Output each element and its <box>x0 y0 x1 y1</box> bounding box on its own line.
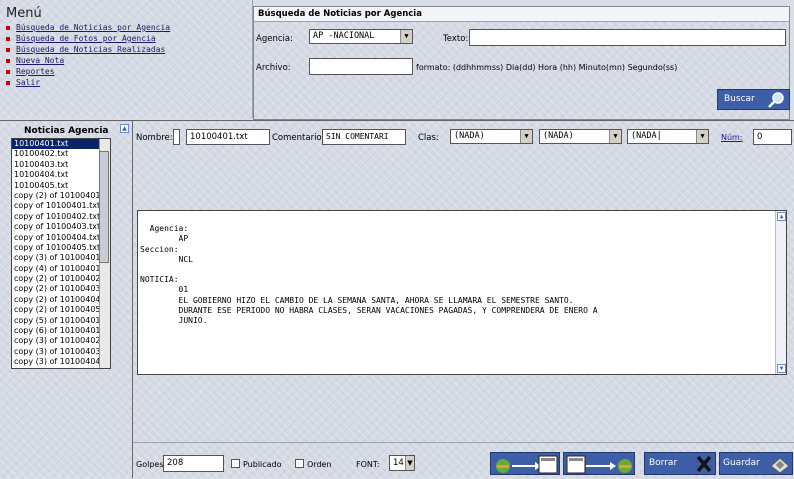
apple-to-document-icon <box>496 455 558 474</box>
list-item[interactable]: copy (3) of 10100403 <box>12 347 110 357</box>
agencia-label: Agencia: <box>256 34 293 44</box>
list-item[interactable]: copy (2) of 10100404 <box>12 295 110 305</box>
orden-checkbox[interactable] <box>295 459 304 468</box>
comentario-input[interactable]: SIN COMENTARI <box>322 129 406 145</box>
list-item[interactable]: 10100404.txt <box>12 170 110 180</box>
list-item[interactable]: copy (3) of 10100401 <box>12 253 110 263</box>
texto-input[interactable] <box>469 29 786 46</box>
scroll-thumb[interactable] <box>99 151 109 263</box>
num-input[interactable]: 0 <box>753 129 792 145</box>
buscar-button[interactable]: Buscar <box>717 89 790 110</box>
list-item[interactable]: 10100401.txt <box>12 139 110 150</box>
bottom-divider <box>133 442 794 443</box>
list-item[interactable]: 10100405.txt <box>12 181 110 191</box>
list-item[interactable]: copy of 10100402.txt <box>12 212 110 222</box>
menu-item-noticias-agencia[interactable]: Búsqueda de Noticias por Agencia <box>6 22 170 33</box>
list-item[interactable]: copy (5) of 10100401 <box>12 316 110 326</box>
chevron-down-icon: ▼ <box>400 30 412 43</box>
collapse-icon[interactable]: ▲ <box>120 124 129 133</box>
menu-title: Menú <box>6 6 42 21</box>
content-scrollbar[interactable]: ▲ ▼ <box>775 211 786 374</box>
list-scrollbar[interactable] <box>99 139 110 368</box>
bullet-icon <box>6 69 10 74</box>
bullet-icon <box>6 36 10 41</box>
list-item[interactable]: copy (2) of 10100402 <box>12 274 110 284</box>
list-item[interactable]: copy (6) of 10100401 <box>12 326 110 336</box>
save-icon <box>770 457 790 474</box>
bullet-icon <box>6 47 10 52</box>
chevron-down-icon: ▼ <box>520 130 532 143</box>
golpes-label: Golpes <box>136 460 164 469</box>
bullet-icon <box>6 25 10 30</box>
agencia-select[interactable]: AP -NACIONAL ▼ <box>309 29 413 44</box>
list-item[interactable]: copy of 10100403.txt <box>12 222 110 232</box>
noticias-list-title: Noticias Agencia <box>24 126 109 136</box>
font-size-select[interactable]: 14 ▼ <box>389 455 415 471</box>
delete-x-icon <box>696 455 712 473</box>
nombre-prefix-field[interactable] <box>173 129 180 145</box>
clas-select-2[interactable]: (NADA) ▼ <box>539 129 622 144</box>
clas-select-1[interactable]: (NADA) ▼ <box>450 129 533 144</box>
scroll-down-icon[interactable]: ▼ <box>777 364 786 373</box>
clas-select-3[interactable]: (NADA| ▼ <box>627 129 709 144</box>
document-to-apple-icon <box>566 455 632 474</box>
font-label: FONT: <box>356 460 380 469</box>
list-item[interactable]: copy of 10100405.txt <box>12 243 110 253</box>
texto-label: Texto: <box>443 34 469 44</box>
borrar-button[interactable]: Borrar <box>644 452 716 475</box>
noticias-list[interactable]: 10100401.txt 10100402.txt 10100403.txt 1… <box>11 138 111 369</box>
bullet-icon <box>6 58 10 63</box>
publicado-checkbox[interactable] <box>231 459 240 468</box>
clas-label: Clas: <box>418 133 439 143</box>
list-item[interactable]: copy (3) of 10100402 <box>12 336 110 346</box>
import-from-doc-button[interactable] <box>563 452 635 475</box>
list-item[interactable]: copy (2) of 10100401 <box>12 191 110 201</box>
chevron-down-icon: ▼ <box>609 130 621 143</box>
list-item[interactable]: copy (3) of 10100404 <box>12 357 110 367</box>
news-text: Agencia: AP Seccion: NCL NOTICIA: 01 EL … <box>140 224 598 326</box>
menu-item-noticias-realizadas[interactable]: Búsqueda de Noticias Realizadas <box>6 44 170 55</box>
list-item[interactable]: 10100403.txt <box>12 160 110 170</box>
list-item[interactable]: copy (2) of 10100405 <box>12 305 110 315</box>
bullet-icon <box>6 80 10 85</box>
scroll-up-icon[interactable]: ▲ <box>777 212 786 221</box>
menu-item-nueva-nota[interactable]: Nueva Nota <box>6 55 170 66</box>
publicado-label: Publicado <box>243 460 282 469</box>
list-item[interactable]: 10100402.txt <box>12 149 110 159</box>
menu-item-reportes[interactable]: Reportes <box>6 66 170 77</box>
golpes-input[interactable]: 208 <box>163 455 224 472</box>
main-menu: Menú Búsqueda de Noticias por Agencia Bú… <box>0 0 253 118</box>
magnifier-icon <box>768 92 784 108</box>
list-item[interactable]: copy (2) of 10100403 <box>12 284 110 294</box>
guardar-button[interactable]: Guardar <box>719 452 793 475</box>
news-content[interactable]: Agencia: AP Seccion: NCL NOTICIA: 01 EL … <box>137 210 787 375</box>
list-item[interactable]: copy (4) of 10100401 <box>12 264 110 274</box>
formato-hint: formato: (ddhhmmss) Dia(dd) Hora (hh) Mi… <box>416 63 678 72</box>
export-to-doc-button[interactable] <box>490 452 560 475</box>
nombre-label: Nombre: <box>136 133 173 143</box>
nombre-input[interactable]: 10100401.txt <box>186 129 270 145</box>
menu-list: Búsqueda de Noticias por Agencia Búsqued… <box>6 22 170 88</box>
list-item[interactable]: copy of 10100404.txt <box>12 233 110 243</box>
chevron-down-icon: ▼ <box>696 130 708 143</box>
list-item[interactable]: copy of 10100401.txt <box>12 201 110 211</box>
search-panel-title: Búsqueda de Noticias por Agencia <box>254 7 789 22</box>
menu-item-fotos-agencia[interactable]: Búsqueda de Fotos por Agencia <box>6 33 170 44</box>
comentario-label: Comentario: <box>272 133 325 143</box>
menu-item-salir[interactable]: Salir <box>6 77 170 88</box>
orden-label: Orden <box>307 460 332 469</box>
chevron-down-icon: ▼ <box>405 456 414 470</box>
archivo-label: Archivo: <box>256 63 291 73</box>
archivo-input[interactable] <box>309 58 413 75</box>
search-panel: Búsqueda de Noticias por Agencia Agencia… <box>253 6 790 120</box>
num-link[interactable]: Núm: <box>721 133 743 142</box>
